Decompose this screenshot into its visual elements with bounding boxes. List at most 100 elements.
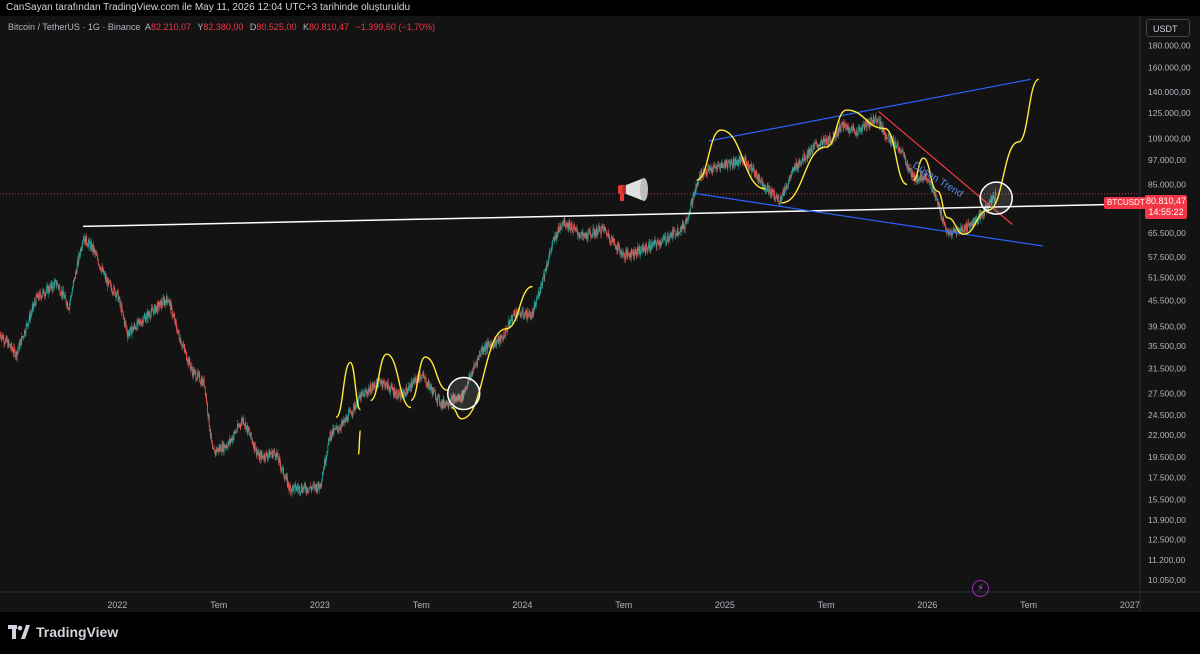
attribution-text: CanSayan tarafından TradingView.com ile … (6, 2, 411, 13)
tradingview-logo[interactable]: TradingView (8, 624, 118, 640)
candle-body (153, 307, 155, 315)
candle-body (343, 421, 345, 424)
candle-body (709, 169, 711, 171)
candle-body (31, 312, 33, 314)
candle-body (480, 351, 482, 356)
candle-body (116, 290, 118, 295)
candle-body (134, 325, 136, 327)
candle-body (720, 165, 722, 169)
candle-body (286, 476, 288, 477)
candle-body (815, 143, 816, 144)
symbol-legend[interactable]: Bitcoin / TetherUS · 1G · Binance A82.21… (8, 22, 439, 32)
candle-body (279, 459, 281, 465)
candle-body (65, 298, 67, 304)
candle-body (265, 452, 267, 460)
candle-body (350, 409, 352, 413)
candle-body (784, 187, 786, 191)
candle-body (599, 227, 601, 233)
candle-body (524, 313, 526, 315)
price-axis[interactable]: 180.000,00 160.000,00 140.000,00 125.000,00… (1148, 41, 1191, 586)
candle-body (81, 246, 83, 249)
candle-body (865, 122, 866, 128)
megaphone-icon[interactable] (618, 178, 648, 201)
candle-body (542, 278, 543, 286)
time-tick-label: 2027 (1120, 600, 1140, 610)
candle-body (266, 452, 268, 456)
candle-body (193, 370, 195, 375)
candle-body (964, 225, 966, 232)
candle-body (845, 125, 847, 128)
candle-body (660, 243, 662, 245)
candle-body (122, 312, 124, 316)
candle-body (126, 327, 127, 329)
candle-body (477, 357, 479, 365)
candle-body (127, 334, 129, 338)
candle-body (158, 306, 160, 309)
candle-body (402, 390, 404, 392)
candle-body (52, 283, 54, 285)
candle-body (23, 336, 25, 338)
candle-body (382, 384, 384, 386)
candle-body (173, 314, 175, 317)
candle-body (16, 352, 18, 358)
candle-body (191, 366, 193, 371)
candle-body (597, 229, 599, 235)
candle-body (299, 492, 301, 493)
candle-body (473, 365, 475, 370)
candle-body (941, 218, 943, 221)
candle-body (539, 293, 541, 296)
candle-body (692, 194, 694, 205)
time-axis[interactable]: 2022 Tem 2023 Tem 2024 Tem 2025 Tem 2026 Tem 2027 (107, 600, 1140, 610)
candle-body (72, 287, 74, 291)
candle-body (857, 127, 859, 136)
time-tick-label: 2023 (310, 600, 330, 610)
candle-body (364, 391, 365, 398)
candle-body (392, 389, 394, 391)
candle-body (149, 314, 151, 317)
candle-body (801, 161, 803, 165)
candle-body (125, 323, 127, 328)
candle-body (411, 386, 413, 388)
candle-body (72, 282, 74, 288)
lightning-icon[interactable]: ⚡ (972, 580, 989, 597)
candle-body (333, 428, 335, 434)
candle-body (521, 310, 523, 315)
candle-body (730, 161, 732, 167)
candle-body (822, 142, 824, 148)
candle-body (129, 327, 131, 332)
price-tick-label: 27.500,00 (1148, 389, 1186, 399)
candle-body (483, 350, 485, 352)
candle-body (112, 293, 114, 294)
chart-canvas[interactable]: 180.000,00 160.000,00 140.000,00 125.000,00… (0, 16, 1200, 612)
candle-body (658, 241, 659, 245)
candle-body (210, 432, 212, 441)
time-tick-label: Tem (1020, 600, 1037, 610)
candle-body (864, 127, 866, 130)
candle-body (45, 292, 46, 297)
candle-body (385, 386, 386, 389)
candle-body (953, 228, 955, 230)
candle-body (524, 314, 526, 318)
candle-body (544, 269, 546, 272)
candle-body (526, 317, 528, 319)
candle-body (843, 123, 845, 128)
candle-body (804, 160, 806, 161)
candle-body (109, 281, 111, 283)
candle-body (816, 141, 817, 145)
candle-body (26, 323, 28, 326)
candle-body (17, 350, 19, 352)
candle-body (503, 333, 505, 337)
candle-body (311, 487, 313, 490)
candle-body (385, 382, 387, 387)
currency-selector[interactable]: USDT (1146, 19, 1190, 37)
candle-body (551, 245, 553, 248)
candle-body (101, 268, 102, 272)
price-tick-label: 11.200,00 (1148, 555, 1185, 565)
candle-body (642, 244, 644, 247)
candle-body (320, 483, 322, 486)
candle-body (139, 320, 141, 324)
candle-body (846, 127, 848, 130)
candle-body (25, 333, 26, 334)
candle-body (686, 219, 688, 222)
candle-body (264, 454, 266, 459)
